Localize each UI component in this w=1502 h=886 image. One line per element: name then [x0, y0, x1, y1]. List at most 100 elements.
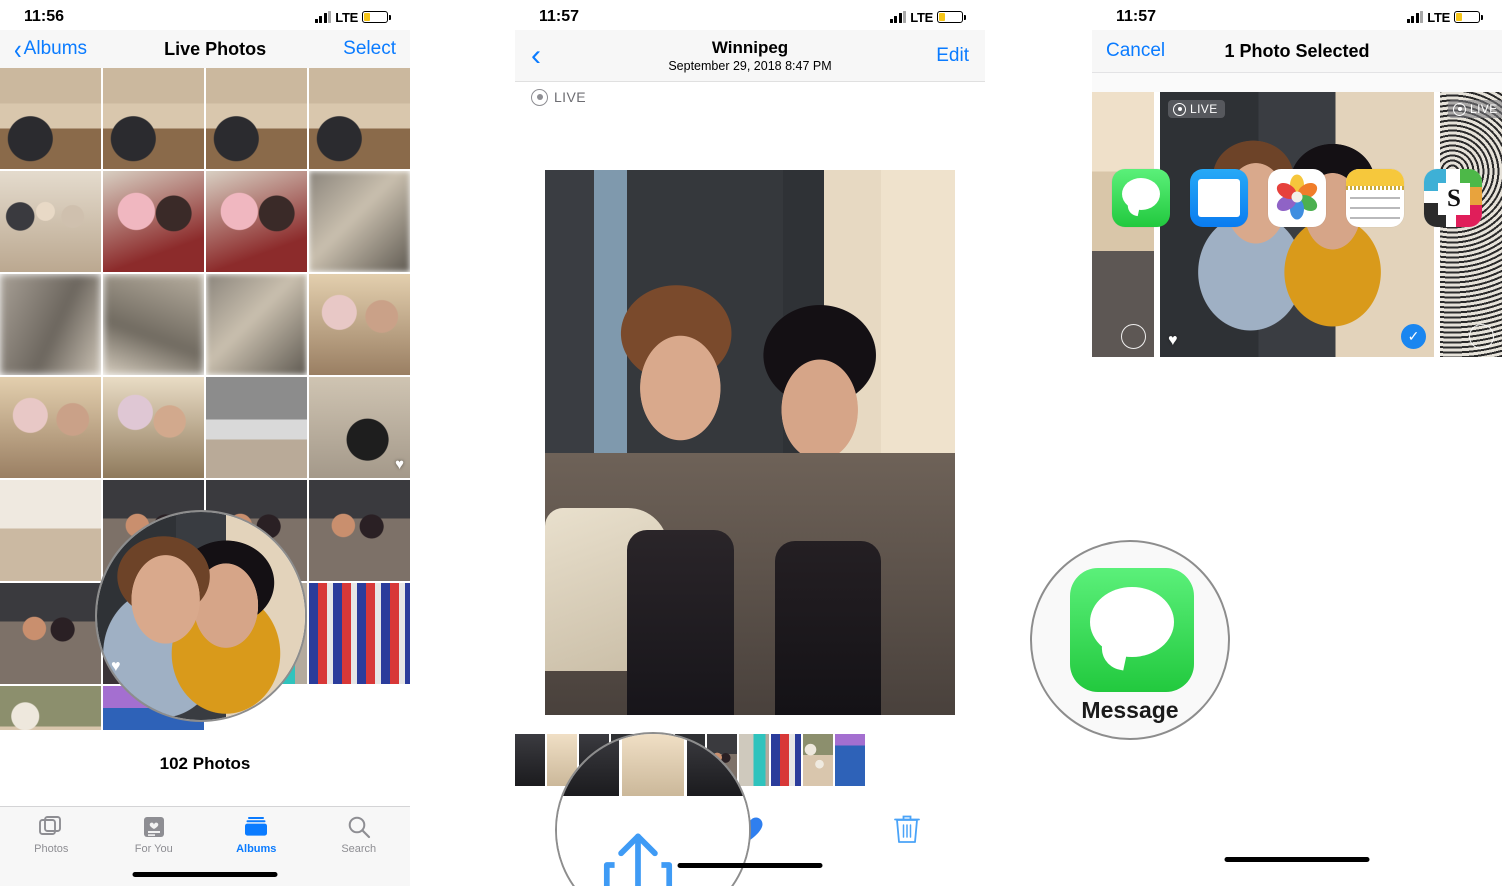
- photo-grid-cell[interactable]: [309, 480, 410, 581]
- photo-thumbnail: [0, 686, 101, 730]
- filmstrip-thumbnail[interactable]: [771, 734, 801, 786]
- main-photo[interactable]: [545, 170, 955, 715]
- magnified-message-label: Message: [1081, 697, 1179, 723]
- phone-panel-share-sheet: 11:57 LTE Cancel 1 Photo Selected LIVE ✓ ♥…: [1092, 0, 1502, 886]
- battery-icon: [362, 11, 391, 23]
- photo-grid-cell[interactable]: [103, 274, 204, 375]
- screenshot-stage: 11:56 LTE ‹ Albums Live Photos Select ♥ …: [0, 0, 1502, 886]
- heart-icon: ♥: [395, 456, 404, 473]
- photo-thumbnail: [309, 171, 410, 272]
- edit-button[interactable]: Edit: [936, 45, 969, 67]
- tab-bar: Photos For You Albums Search: [0, 806, 410, 886]
- live-label: LIVE: [554, 89, 586, 105]
- heart-icon: ♥: [111, 658, 121, 675]
- photo-thumbnail: [206, 171, 307, 272]
- photo-count-label: 102 Photos: [159, 754, 251, 773]
- photo-grid-cell[interactable]: [0, 583, 101, 684]
- signal-bars-icon: [314, 11, 332, 23]
- photo-date-subtitle: September 29, 2018 8:47 PM: [668, 59, 832, 73]
- photo-grid-cell[interactable]: [206, 377, 307, 478]
- carrier-label: LTE: [1427, 9, 1450, 25]
- trash-icon: [893, 815, 920, 843]
- photo-thumbnail: [309, 480, 410, 581]
- photo-grid-cell[interactable]: [0, 274, 101, 375]
- back-button[interactable]: ‹: [531, 40, 541, 71]
- photo-grid-cell[interactable]: [206, 68, 307, 169]
- nav-title-block: Winnipeg September 29, 2018 8:47 PM: [515, 38, 985, 73]
- live-label: LIVE: [1190, 102, 1218, 116]
- message-magnifier: Message: [1030, 540, 1230, 740]
- photo-grid-cell[interactable]: [0, 377, 101, 478]
- magnified-share-icon: [603, 833, 673, 886]
- live-label: LIVE: [1470, 102, 1498, 116]
- shared-albums-app-icon: [1268, 169, 1326, 228]
- selection-checkmark-icon[interactable]: ✓: [1401, 324, 1426, 349]
- home-indicator: [1224, 857, 1370, 862]
- nav-bar-panel2: ‹ Winnipeg September 29, 2018 8:47 PM Ed…: [515, 30, 985, 82]
- status-time: 11:57: [1116, 8, 1157, 25]
- photo-grid-cell[interactable]: [0, 68, 101, 169]
- chevron-left-icon: ‹: [14, 32, 22, 65]
- live-photo-badge: LIVE: [1448, 100, 1502, 118]
- home-indicator: [132, 872, 278, 877]
- photo-grid-cell[interactable]: [0, 480, 101, 581]
- photo-thumbnail: [0, 583, 101, 684]
- selection-circle-icon[interactable]: [1469, 324, 1494, 349]
- filmstrip-thumbnail[interactable]: [835, 734, 865, 786]
- signal-bars-icon: [1406, 11, 1424, 23]
- photo-grid-cell[interactable]: [309, 583, 410, 684]
- tab-albums[interactable]: Albums: [205, 807, 308, 863]
- status-bar-panel2: 11:57 LTE: [515, 0, 985, 30]
- filmstrip-thumbnail[interactable]: [803, 734, 833, 786]
- photo-grid-cell[interactable]: [206, 274, 307, 375]
- tab-search[interactable]: Search: [308, 807, 411, 863]
- photo-grid-cell[interactable]: [309, 171, 410, 272]
- photo-thumbnail: [0, 480, 101, 581]
- photo-grid-cell[interactable]: [309, 68, 410, 169]
- magnified-messages-app-icon: [1070, 568, 1194, 692]
- live-photo-indicator[interactable]: LIVE: [515, 82, 985, 112]
- slack-app-icon: S: [1424, 169, 1482, 228]
- filmstrip-thumbnail[interactable]: [515, 734, 545, 786]
- photo-thumbnail: [103, 171, 204, 272]
- photo-grid-cell[interactable]: [103, 68, 204, 169]
- photo-thumbnail: [0, 377, 101, 478]
- photo-content: [545, 170, 955, 715]
- photo-thumbnail: [206, 68, 307, 169]
- photo-thumbnail: [0, 274, 101, 375]
- photo-grid-cell[interactable]: [309, 274, 410, 375]
- battery-icon: [1454, 11, 1483, 23]
- selection-circle-icon[interactable]: [1121, 324, 1146, 349]
- status-right: LTE: [889, 10, 966, 25]
- albums-icon: [243, 815, 269, 839]
- photo-grid-cell[interactable]: [206, 171, 307, 272]
- photo-thumbnail: [103, 274, 204, 375]
- carrier-label: LTE: [335, 9, 358, 25]
- select-button[interactable]: Select: [343, 38, 396, 60]
- magnified-photo: [97, 512, 305, 720]
- photo-thumbnail: [0, 171, 101, 272]
- phone-panel-photo-detail: 11:57 LTE ‹ Winnipeg September 29, 2018 …: [515, 0, 985, 886]
- back-label: Albums: [23, 38, 88, 59]
- nav-bar-panel1: ‹ Albums Live Photos Select: [0, 30, 410, 68]
- back-to-albums-button[interactable]: ‹ Albums: [14, 32, 88, 65]
- mail-app-icon: [1190, 169, 1248, 228]
- photo-grid-cell[interactable]: [103, 171, 204, 272]
- photo-thumbnail: [103, 68, 204, 169]
- tab-photos[interactable]: Photos: [0, 807, 103, 863]
- photo-grid-cell[interactable]: [0, 171, 101, 272]
- photo-grid-cell[interactable]: [103, 377, 204, 478]
- tab-for-you[interactable]: For You: [103, 807, 206, 863]
- photo-grid-cell[interactable]: ♥: [309, 377, 410, 478]
- live-photo-badge: LIVE: [1168, 100, 1225, 118]
- phone-panel-live-photos-album: 11:56 LTE ‹ Albums Live Photos Select ♥ …: [0, 0, 410, 886]
- live-photo-icon: [1173, 102, 1186, 116]
- status-bar-panel1: 11:56 LTE: [0, 0, 410, 30]
- delete-button[interactable]: [884, 806, 930, 852]
- status-time: 11:57: [539, 8, 580, 25]
- search-icon: [346, 815, 372, 839]
- status-right: LTE: [1406, 9, 1483, 25]
- grid-magnifier: ♥: [95, 510, 307, 722]
- photo-grid-cell[interactable]: [0, 686, 101, 730]
- photo-thumbnail: [103, 377, 204, 478]
